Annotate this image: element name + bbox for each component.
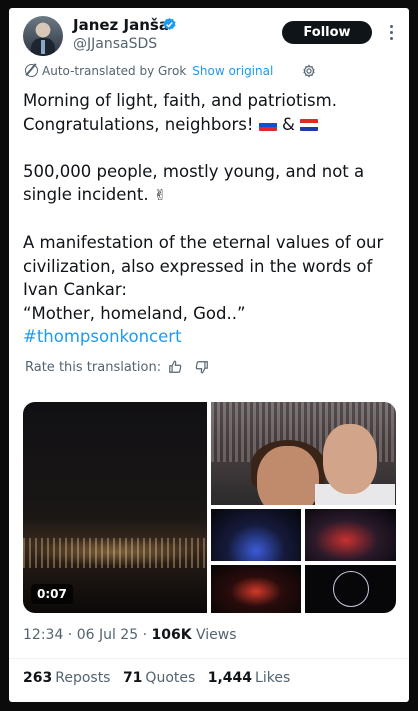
likes-label: Likes [255,670,291,686]
translation-notice: Auto-translated by Grok Show original [25,64,273,78]
tweet-card: Janez Janša @JJansaSDS Follow Auto-trans… [9,8,409,702]
views-count: 106K [151,627,192,643]
photo-selfie[interactable] [211,402,396,505]
post-line-2-amp: & [281,114,295,134]
video-duration: 0:07 [31,584,73,604]
avatar[interactable] [23,16,63,56]
quotes-stat[interactable]: 71 Quotes [123,670,195,686]
gear-icon[interactable] [302,64,316,78]
rate-translation-label: Rate this translation: [25,360,162,375]
translation-label: Auto-translated by Grok [42,64,187,78]
post-text: Morning of light, faith, and patriotism.… [23,89,393,349]
author-handle[interactable]: @JJansaSDS [73,36,157,52]
hashtag-link[interactable]: #thompsonkoncert [23,325,393,349]
likes-count: 1,444 [207,670,253,686]
media-grid: 0:07 [23,402,396,613]
photo-drone-show-3[interactable] [211,565,301,613]
quotes-label: Quotes [145,670,196,686]
thumbs-up-icon[interactable] [168,360,182,374]
post-line-1: Morning of light, faith, and patriotism. [23,91,337,110]
reposts-count: 263 [23,670,53,686]
photo-drone-show-2[interactable] [305,509,396,561]
victory-hand-icon: ✌ [153,186,167,204]
croatia-flag-icon [300,118,319,131]
post-paragraph-2-text: 500,000 people, mostly young, and not a … [23,161,365,205]
more-options-icon[interactable] [386,22,396,44]
engagement-stats: 263 Reposts 71 Quotes 1,444 Likes [23,670,298,686]
quotes-count: 71 [122,670,143,686]
likes-stat[interactable]: 1,444 Likes [208,670,291,686]
show-original-link[interactable]: Show original [192,64,273,78]
photo-drone-show-4[interactable] [305,565,396,613]
post-line-2: Congratulations, neighbors! & [23,113,393,137]
post-line-2-text: Congratulations, neighbors! [23,114,254,134]
grok-icon [25,64,38,77]
photo-drone-show-1[interactable] [211,509,301,561]
follow-button[interactable]: Follow [282,21,372,44]
author-name[interactable]: Janez Janša [73,16,169,34]
reposts-stat[interactable]: 263 Reposts [23,670,110,686]
slovenia-flag-icon [258,118,277,131]
post-paragraph-2: 500,000 people, mostly young, and not a … [23,160,393,208]
views-label: Views [196,627,237,643]
thumbs-down-icon[interactable] [195,360,209,374]
reposts-label: Reposts [55,670,111,686]
verified-badge-icon [163,17,176,30]
post-quote: “Mother, homeland, God..” [23,303,246,323]
post-paragraph-3: A manifestation of the eternal values of… [23,233,384,299]
video-thumbnail[interactable]: 0:07 [23,402,207,613]
divider [9,658,409,659]
post-timestamp[interactable]: 12:34 · 06 Jul 25 · 106K Views [23,627,237,643]
post-time[interactable]: 12:34 · 06 Jul 25 · [23,627,147,643]
